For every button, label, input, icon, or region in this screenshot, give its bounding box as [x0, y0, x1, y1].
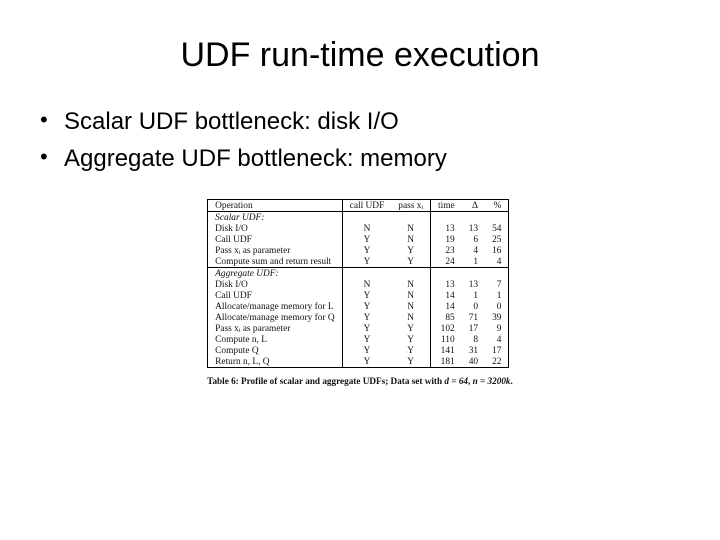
- table-row: Call UDF Y N 14 1 1: [208, 290, 509, 301]
- col-pct: %: [485, 200, 509, 212]
- table-row: Compute sum and return result Y Y 24 1 4: [208, 256, 509, 268]
- col-pass-xi: pass xᵢ: [391, 200, 430, 212]
- table-row: Allocate/manage memory for Q Y N 85 71 3…: [208, 312, 509, 323]
- bullet-scalar: Scalar UDF bottleneck: disk I/O: [40, 103, 690, 140]
- bullet-aggregate: Aggregate UDF bottleneck: memory: [40, 140, 690, 177]
- profile-table: Operation call UDF pass xᵢ time Δ % Scal…: [207, 199, 509, 368]
- col-call-udf: call UDF: [342, 200, 391, 212]
- table-row: Disk I/O N N 13 13 54: [208, 223, 509, 234]
- table-header-row: Operation call UDF pass xᵢ time Δ %: [208, 200, 509, 212]
- slide: UDF run-time execution Scalar UDF bottle…: [0, 0, 720, 406]
- table-row: Return n, L, Q Y Y 181 40 22: [208, 356, 509, 368]
- page-title: UDF run-time execution: [30, 36, 690, 75]
- table-row: Compute Q Y Y 141 31 17: [208, 345, 509, 356]
- table-row: Disk I/O N N 13 13 7: [208, 279, 509, 290]
- section-scalar-label: Scalar UDF:: [208, 212, 343, 224]
- table-row: Call UDF Y N 19 6 25: [208, 234, 509, 245]
- section-scalar: Scalar UDF:: [208, 212, 509, 224]
- table-row: Compute n, L Y Y 110 8 4: [208, 334, 509, 345]
- table-wrap: Operation call UDF pass xᵢ time Δ % Scal…: [30, 199, 690, 386]
- section-aggregate: Aggregate UDF:: [208, 268, 509, 280]
- table-block: Operation call UDF pass xᵢ time Δ % Scal…: [207, 199, 513, 386]
- col-operation: Operation: [208, 200, 343, 212]
- table-row: Allocate/manage memory for L Y N 14 0 0: [208, 301, 509, 312]
- table-row: Pass xᵢ as parameter Y Y 23 4 16: [208, 245, 509, 256]
- table-row: Pass xᵢ as parameter Y Y 102 17 9: [208, 323, 509, 334]
- section-aggregate-label: Aggregate UDF:: [208, 268, 343, 280]
- table-caption: Table 6: Profile of scalar and aggregate…: [207, 376, 513, 386]
- col-time: time: [431, 200, 462, 212]
- bullet-list: Scalar UDF bottleneck: disk I/O Aggregat…: [40, 103, 690, 177]
- col-delta: Δ: [462, 200, 485, 212]
